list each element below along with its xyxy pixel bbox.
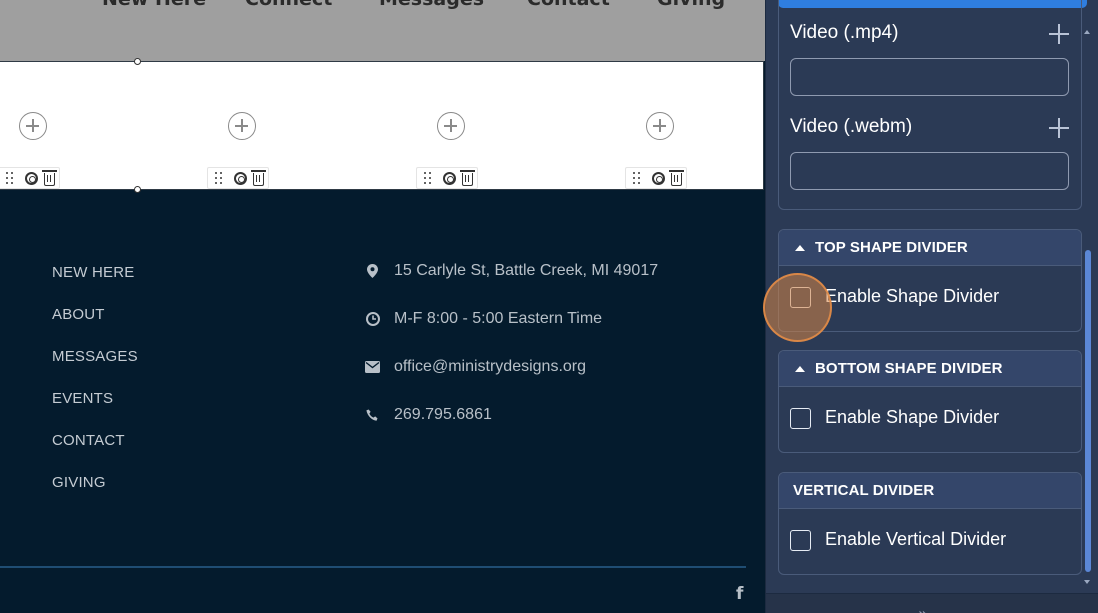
section-title: VERTICAL DIVIDER (793, 482, 935, 499)
footer-link-giving[interactable]: GIVING (52, 474, 106, 491)
checkbox-label[interactable]: Enable Vertical Divider (825, 529, 1006, 550)
nav-link-giving[interactable]: Giving (657, 0, 725, 10)
panel-footer: » (766, 593, 1098, 613)
column-toolbar (416, 167, 478, 189)
panel-scrollbar[interactable] (1083, 28, 1093, 588)
drag-handle-icon[interactable] (212, 170, 228, 186)
editor-window: New Here Connect Messages Contact Giving (0, 0, 1098, 613)
page-canvas: New Here Connect Messages Contact Giving (0, 0, 765, 613)
vertical-divider-header[interactable]: VERTICAL DIVIDER (779, 473, 1081, 509)
section-title: TOP SHAPE DIVIDER (815, 239, 968, 256)
enable-bottom-shape-divider-checkbox[interactable] (790, 408, 811, 429)
drag-handle-icon[interactable] (421, 170, 437, 186)
email-text[interactable]: office@ministrydesigns.org (394, 358, 586, 376)
footer-link-new-here[interactable]: NEW HERE (52, 264, 134, 281)
drag-handle-icon[interactable] (630, 170, 646, 186)
enable-vertical-divider-checkbox[interactable] (790, 530, 811, 551)
facebook-icon[interactable]: f (736, 584, 743, 604)
envelope-icon (365, 360, 380, 375)
resize-handle-bottom[interactable] (134, 186, 141, 193)
add-module-icon[interactable] (228, 112, 256, 140)
settings-gear-icon[interactable] (443, 172, 456, 185)
phone-icon (365, 408, 380, 423)
settings-gear-icon[interactable] (234, 172, 247, 185)
vertical-divider-card: VERTICAL DIVIDER Enable Vertical Divider (778, 472, 1082, 575)
trash-icon[interactable] (42, 170, 57, 186)
checkbox-label[interactable]: Enable Shape Divider (825, 286, 999, 307)
top-shape-divider-header[interactable]: TOP SHAPE DIVIDER (779, 230, 1081, 266)
trash-icon[interactable] (460, 170, 475, 186)
settings-panel: Video (.mp4) Video (.webm) TOP SHAPE DIV… (765, 0, 1098, 613)
section-body: Enable Shape Divider (779, 266, 1081, 331)
bottom-shape-divider-header[interactable]: BOTTOM SHAPE DIVIDER (779, 351, 1081, 387)
nav-link-connect[interactable]: Connect (245, 0, 332, 10)
contact-email: office@ministrydesigns.org (365, 358, 586, 376)
column-toolbar (0, 167, 60, 189)
add-video-webm-icon[interactable] (1049, 118, 1069, 138)
caret-up-icon (795, 244, 805, 251)
footer-link-messages[interactable]: MESSAGES (52, 348, 138, 365)
scroll-up-arrow-icon[interactable] (1084, 30, 1090, 34)
settings-gear-icon[interactable] (652, 172, 665, 185)
video-webm-label: Video (.webm) (790, 116, 913, 137)
enable-top-shape-divider-checkbox[interactable] (790, 287, 811, 308)
section-body: Enable Shape Divider (779, 387, 1081, 452)
add-module-icon[interactable] (646, 112, 674, 140)
column-toolbar (625, 167, 687, 189)
nav-link-messages[interactable]: Messages (379, 0, 484, 10)
trash-icon[interactable] (669, 170, 684, 186)
contact-phone: 269.795.6861 (365, 406, 492, 424)
nav-link-new-here[interactable]: New Here (102, 0, 206, 10)
collapse-panel-icon[interactable]: » (918, 604, 928, 613)
bottom-shape-divider-card: BOTTOM SHAPE DIVIDER Enable Shape Divide… (778, 350, 1082, 453)
add-module-icon[interactable] (19, 112, 47, 140)
resize-handle-top[interactable] (134, 58, 141, 65)
address-text: 15 Carlyle St, Battle Creek, MI 49017 (394, 262, 659, 279)
clock-icon (365, 312, 380, 327)
section-title: BOTTOM SHAPE DIVIDER (815, 360, 1003, 377)
checkbox-label[interactable]: Enable Shape Divider (825, 407, 999, 428)
scrollbar-thumb[interactable] (1085, 250, 1091, 572)
contact-hours: M-F 8:00 - 5:00 Eastern Time (365, 310, 602, 328)
phone-text[interactable]: 269.795.6861 (394, 406, 492, 424)
section-body: Enable Vertical Divider (779, 509, 1081, 574)
scroll-down-arrow-icon[interactable] (1084, 580, 1090, 584)
drag-handle-icon[interactable] (3, 170, 19, 186)
video-webm-input[interactable] (790, 152, 1069, 190)
nav-link-contact[interactable]: Contact (527, 0, 610, 10)
top-shape-divider-card: TOP SHAPE DIVIDER Enable Shape Divider (778, 229, 1082, 332)
video-mp4-input[interactable] (790, 58, 1069, 96)
footer-divider (0, 566, 746, 568)
footer-link-contact[interactable]: CONTACT (52, 432, 125, 449)
caret-up-icon (795, 365, 805, 372)
video-mp4-label: Video (.mp4) (790, 22, 899, 43)
map-pin-icon (365, 264, 380, 279)
hours-text: M-F 8:00 - 5:00 Eastern Time (394, 310, 603, 327)
footer-link-about[interactable]: ABOUT (52, 306, 105, 323)
add-video-mp4-icon[interactable] (1049, 24, 1069, 44)
site-nav: New Here Connect Messages Contact Giving (0, 0, 765, 61)
add-module-icon[interactable] (437, 112, 465, 140)
column-toolbar (207, 167, 269, 189)
settings-gear-icon[interactable] (25, 172, 38, 185)
contact-address: 15 Carlyle St, Battle Creek, MI 49017 (365, 262, 658, 280)
footer-link-events[interactable]: EVENTS (52, 390, 113, 407)
trash-icon[interactable] (251, 170, 266, 186)
